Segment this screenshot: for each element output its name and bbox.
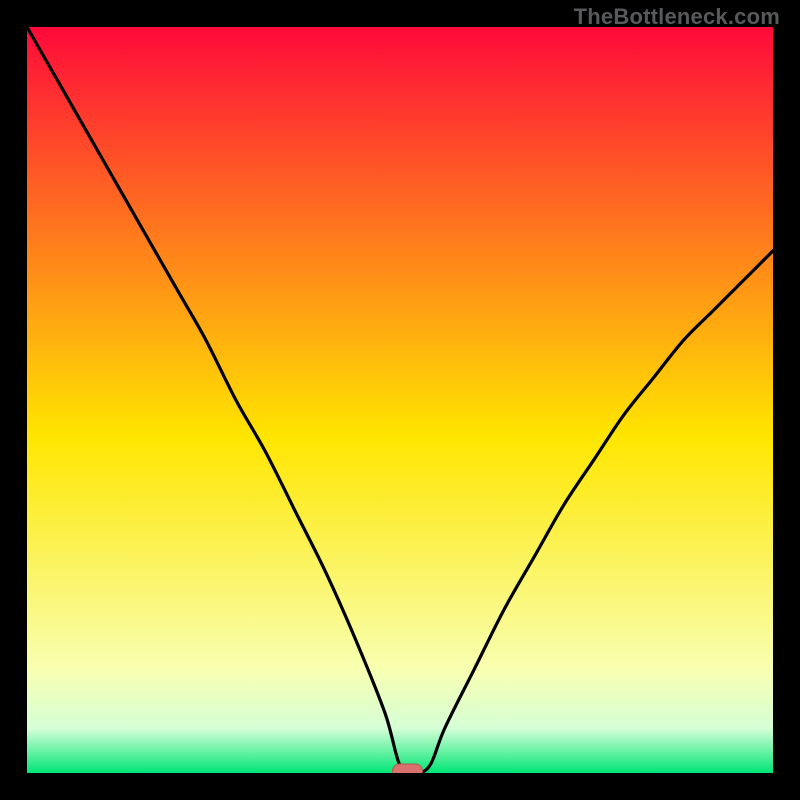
gradient-background — [27, 27, 773, 773]
bottleneck-chart — [27, 27, 773, 773]
optimum-marker — [392, 764, 422, 773]
chart-frame: { "watermark": "TheBottleneck.com", "col… — [0, 0, 800, 800]
